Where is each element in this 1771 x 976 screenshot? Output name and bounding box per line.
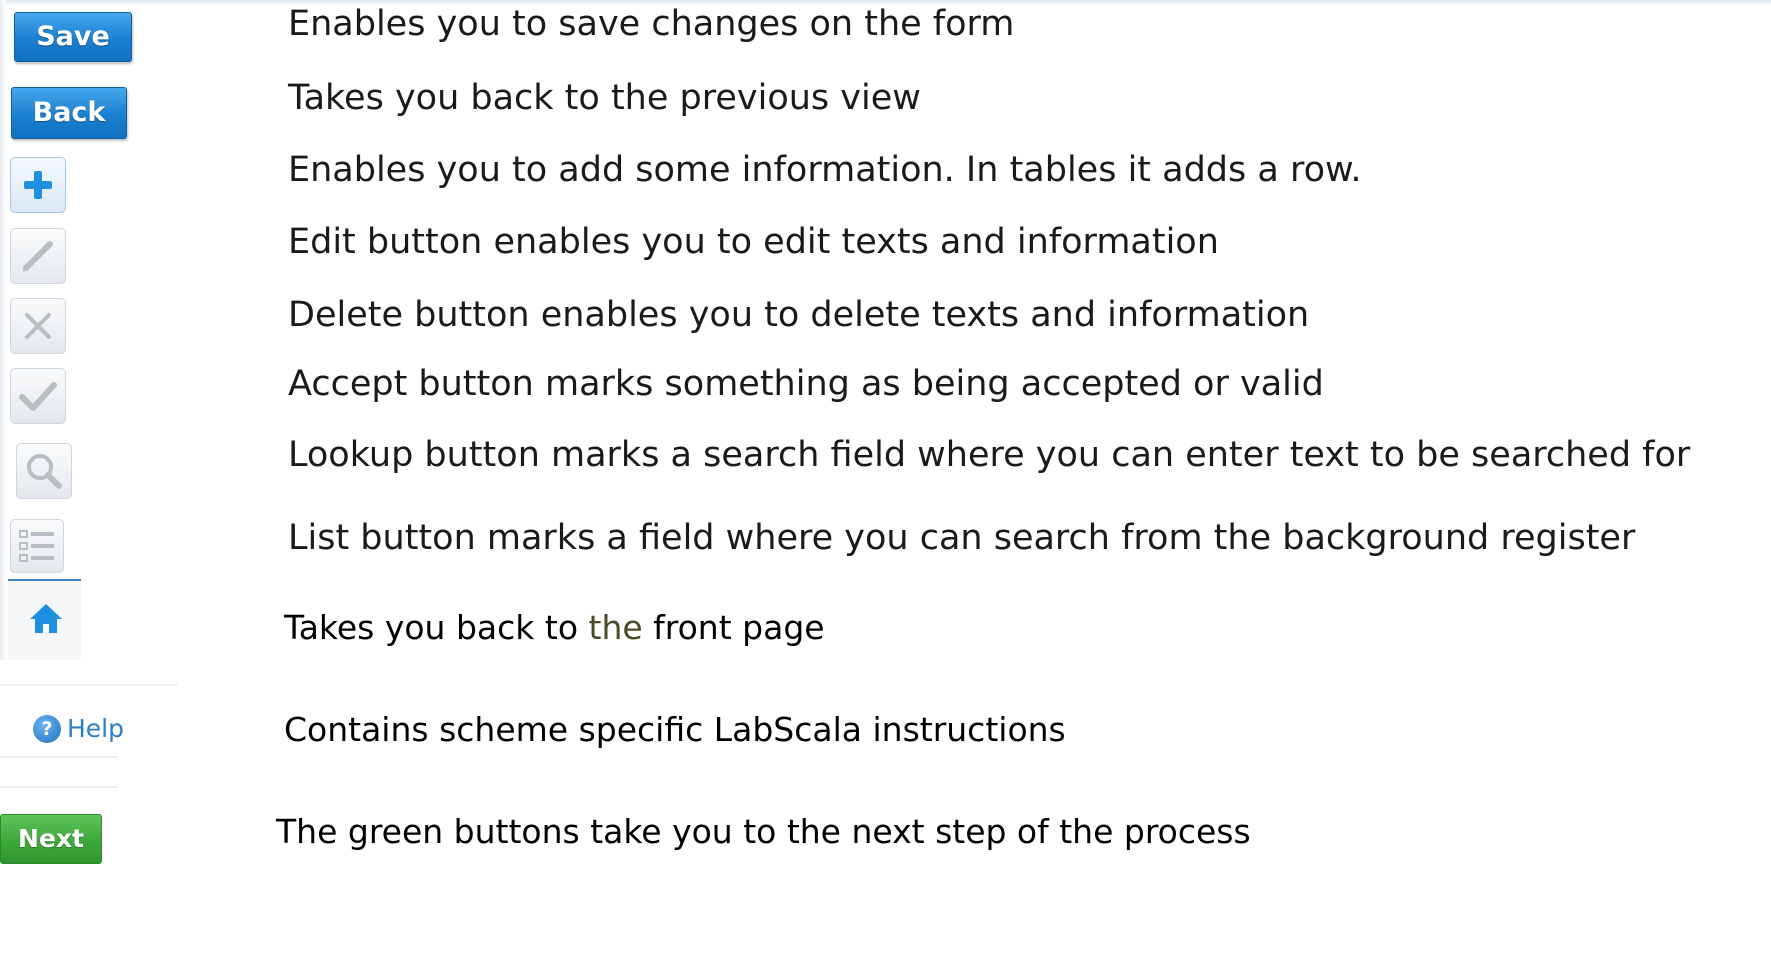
accept-button[interactable] [10, 368, 66, 424]
home-description-end: front page [642, 608, 825, 647]
help-label: Help [67, 714, 124, 743]
home-description-the: the [588, 608, 643, 647]
help-separator-bottom [0, 756, 118, 758]
help-separator-top [0, 684, 178, 686]
save-button[interactable]: Save [14, 12, 132, 62]
add-icon [24, 171, 52, 199]
accept-description: Accept button marks something as being a… [288, 364, 1324, 404]
back-description: Takes you back to the previous view [288, 78, 921, 118]
home-button[interactable] [27, 600, 65, 638]
next-description: The green buttons take you to the next s… [276, 812, 1251, 851]
divider [8, 579, 81, 581]
list-description: List button marks a field where you can … [288, 518, 1636, 558]
home-icon [30, 604, 62, 633]
add-button[interactable] [10, 157, 66, 213]
help-link[interactable]: ? Help [33, 714, 124, 743]
save-description: Enables you to save changes on the form [288, 4, 1015, 44]
lookup-icon [27, 454, 62, 489]
left-edge-shadow [0, 0, 6, 660]
next-button[interactable]: Next [0, 814, 102, 864]
home-description: Takes you back to the front page [284, 608, 825, 647]
back-button[interactable]: Back [11, 87, 127, 139]
home-description-start: Takes you back to [284, 608, 589, 647]
edit-icon [23, 241, 53, 272]
delete-button[interactable] [10, 298, 66, 354]
list-icon [19, 530, 54, 562]
delete-icon [25, 313, 51, 339]
help-description: Contains scheme specific LabScala instru… [284, 710, 1066, 749]
list-button[interactable] [10, 519, 64, 573]
accept-icon [19, 382, 57, 411]
lookup-description: Lookup button marks a search field where… [288, 435, 1691, 475]
add-description: Enables you to add some information. In … [288, 150, 1362, 190]
delete-description: Delete button enables you to delete text… [288, 295, 1310, 335]
next-area-line [0, 786, 118, 788]
edit-button[interactable] [10, 228, 66, 284]
help-icon: ? [33, 714, 61, 743]
edit-description: Edit button enables you to edit texts an… [288, 222, 1219, 262]
lookup-button[interactable] [16, 443, 72, 499]
